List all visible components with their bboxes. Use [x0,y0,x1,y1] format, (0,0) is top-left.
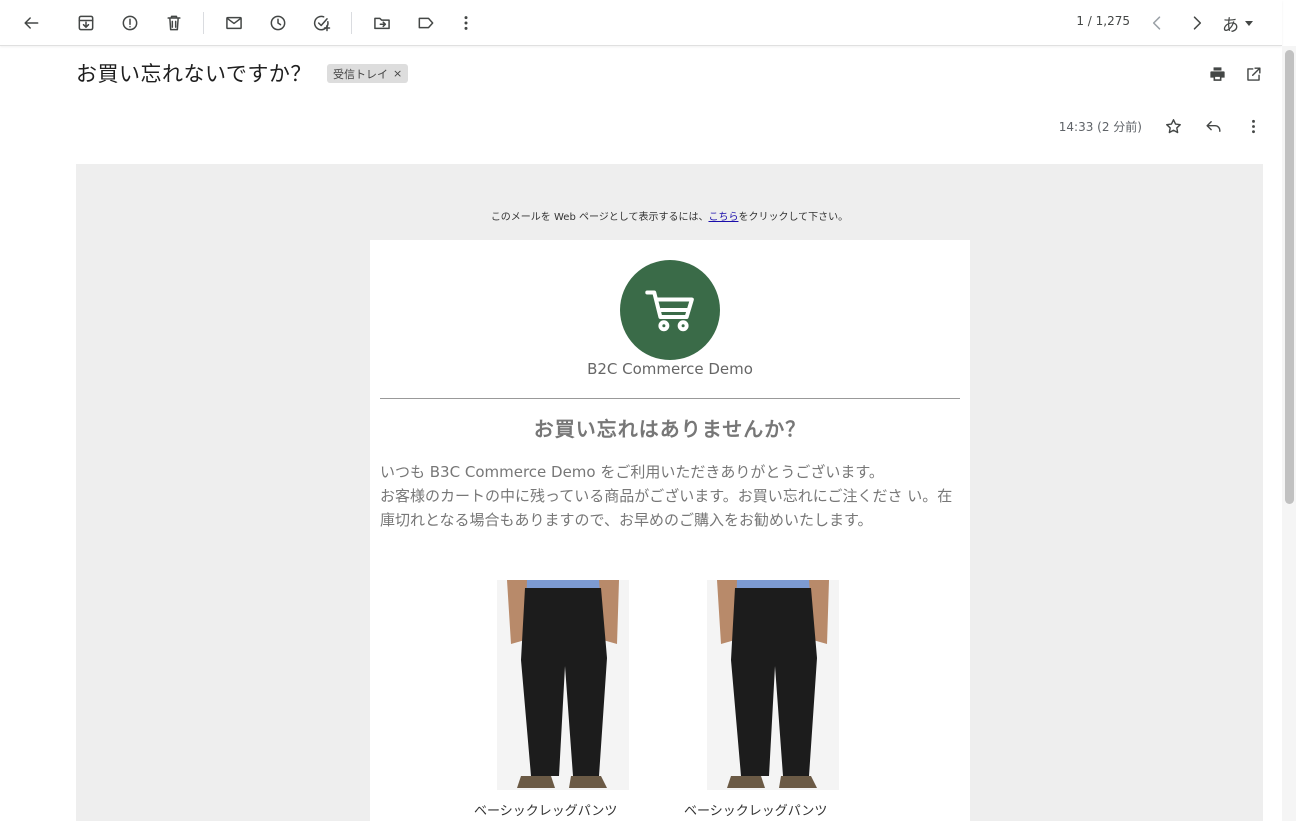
clock-icon [270,15,286,31]
older-message-button[interactable] [1183,9,1211,37]
product-name[interactable]: ベーシックレッグパンツ [684,800,874,819]
more-actions-button[interactable] [452,9,480,37]
shopping-cart-icon [645,290,694,332]
remove-label-button[interactable]: × [393,67,402,80]
print-button[interactable] [1204,61,1230,87]
back-button[interactable] [17,9,45,37]
webview-note-prefix: このメールを Web ページとして表示するには、 [490,212,709,223]
divider [380,398,960,399]
brand-logo [620,260,720,360]
label-chip-text: 受信トレイ [333,67,388,81]
mail-icon [226,16,242,30]
webview-note-suffix: をクリックして下さい。 [738,212,849,223]
label-icon [418,17,434,29]
product-image [707,580,839,790]
more-vertical-icon [1251,119,1255,133]
folder-move-icon [374,17,390,30]
email-headline: お買い忘れはありませんか？ [533,417,807,441]
arrow-left-icon [24,17,39,29]
task-add-icon [313,15,331,32]
message-more-button[interactable] [1240,113,1266,139]
archive-button[interactable] [72,9,100,37]
chevron-right-icon [1193,16,1202,30]
message-subject: お買い忘れないですか？ [76,62,312,86]
delete-button[interactable] [160,9,188,37]
body-line-greeting: いつも B3C Commerce Demo をご利用いただきありがとうございます… [380,463,884,481]
labels-button[interactable] [412,9,440,37]
reply-button[interactable] [1200,113,1226,139]
message-toolbar: 1 / 1,275 あ [0,0,1282,46]
reply-icon [1205,120,1221,132]
toolbar-divider [203,12,204,34]
input-tools-label: あ [1222,15,1239,36]
webview-link[interactable]: こちら [708,212,738,223]
printer-icon [1209,66,1225,81]
email-card: B2C Commerce Demo お買い忘れはありませんか？ いつも B3C … [370,240,970,821]
scrollbar[interactable] [1282,46,1296,821]
product-image [497,580,629,790]
brand-name: B2C Commerce Demo [587,360,753,378]
mark-unread-button[interactable] [220,9,248,37]
email-body-text: いつも B3C Commerce Demo をご利用いただきありがとうございます… [380,460,960,532]
newer-message-button[interactable] [1143,9,1171,37]
gmail-message-view: 1 / 1,275 あ お買い忘れないですか？ 受信トレイ × 14:33 (2… [0,0,1310,821]
open-in-new-icon [1246,66,1261,81]
body-line-reminder: お客様のカートの中に残っている商品がございます。お買い忘れにご注くださ い。在庫… [380,487,953,529]
inbox-label-chip: 受信トレイ × [327,64,409,83]
more-vertical-icon [464,16,468,30]
chevron-left-icon [1152,16,1161,30]
report-spam-button[interactable] [116,9,144,37]
star-button[interactable] [1160,113,1186,139]
star-icon [1165,118,1181,133]
report-icon [122,15,138,31]
archive-icon [78,15,94,31]
open-new-window-button[interactable] [1240,61,1266,87]
message-pager: 1 / 1,275 [1076,14,1130,28]
scrollbar-thumb[interactable] [1285,50,1294,504]
email-body: このメールを Web ページとして表示するには、こちらをクリックして下さい。 B… [76,164,1263,821]
message-timestamp: 14:33 (2 分前) [1058,120,1142,134]
move-to-button[interactable] [368,9,396,37]
input-tools-button[interactable]: あ [1222,9,1253,37]
add-to-tasks-button[interactable] [308,9,336,37]
snooze-button[interactable] [264,9,292,37]
caret-down-icon [1245,20,1253,26]
product-name[interactable]: ベーシックレッグパンツ [474,800,664,819]
trash-icon [167,15,181,31]
webview-note: このメールを Web ページとして表示するには、こちらをクリックして下さい。 [76,208,1263,223]
toolbar-divider [351,12,352,34]
